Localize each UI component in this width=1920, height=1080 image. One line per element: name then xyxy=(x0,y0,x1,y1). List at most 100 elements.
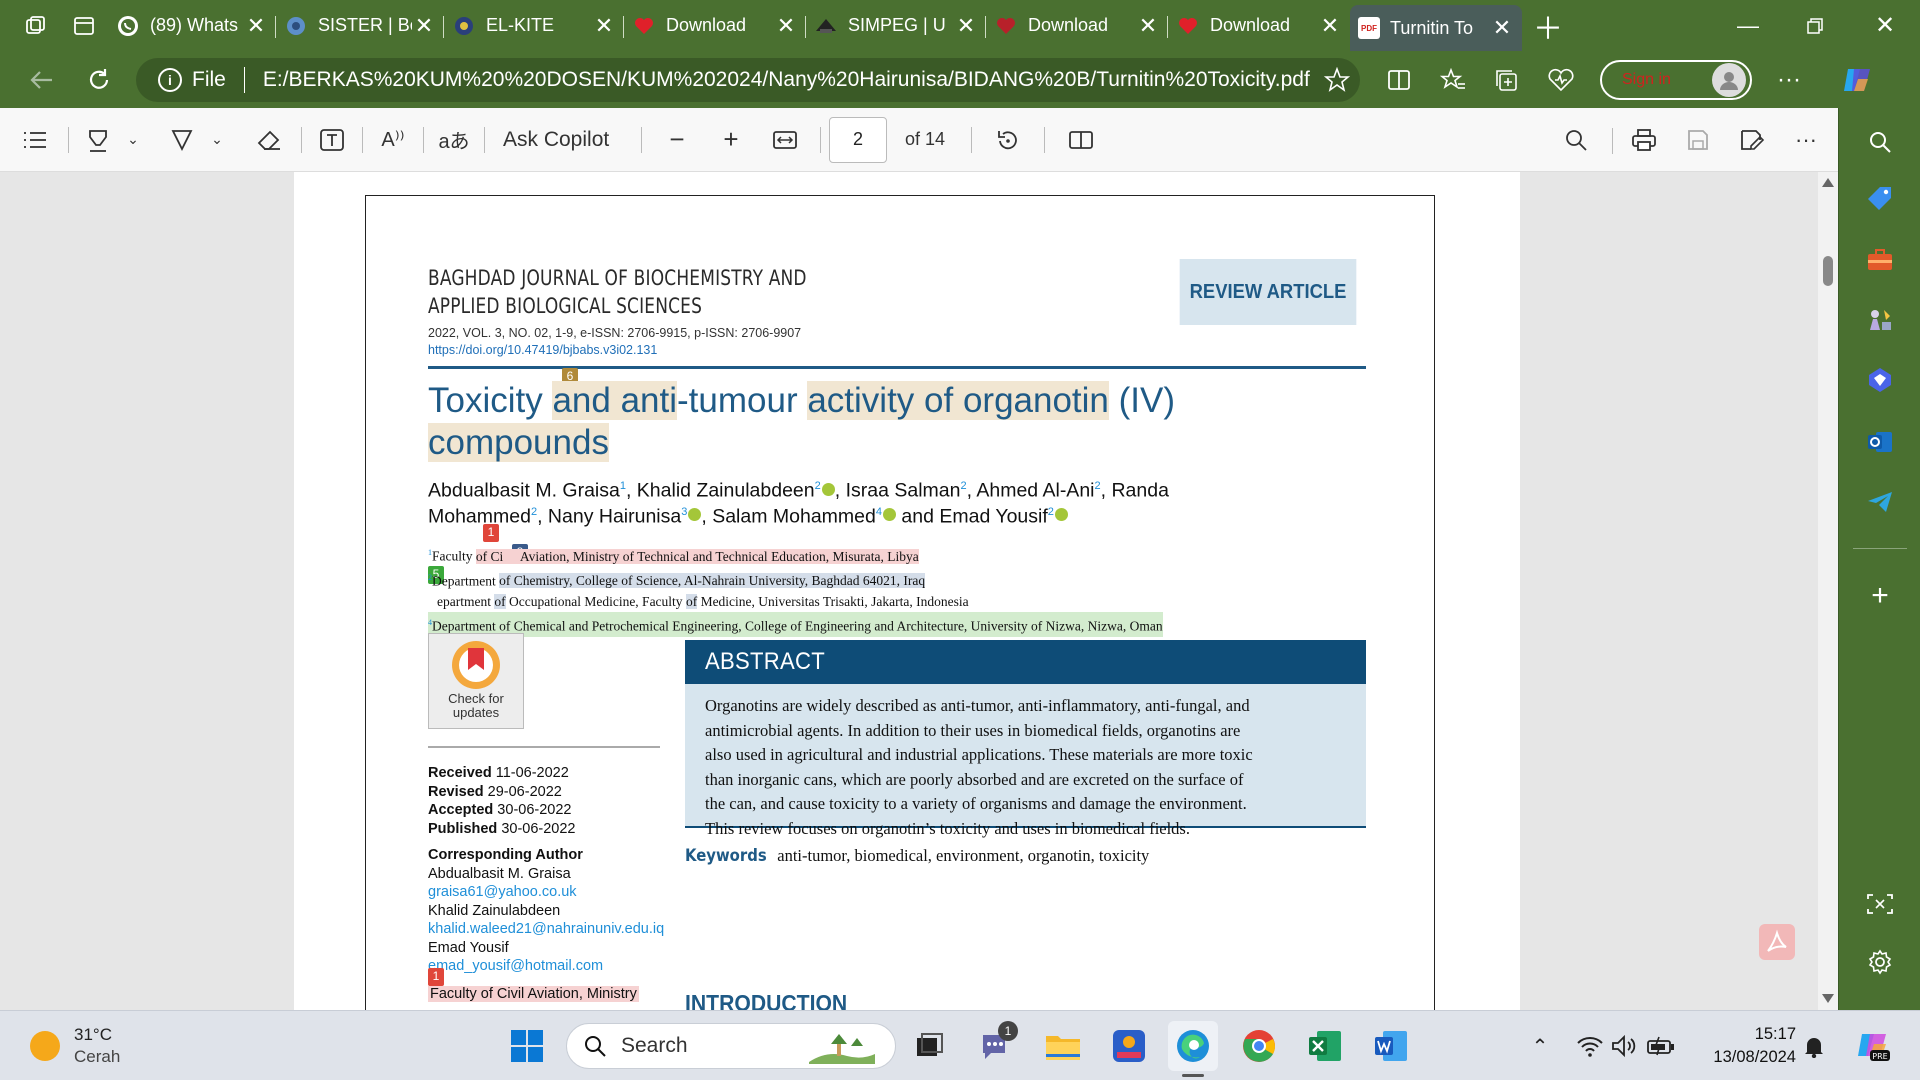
orcid-icon[interactable] xyxy=(821,482,835,496)
save-as-icon[interactable] xyxy=(1730,118,1774,162)
new-tab-icon[interactable]: ＋ xyxy=(1522,6,1574,46)
sign-in-button[interactable]: Sign in xyxy=(1600,59,1752,100)
system-tray[interactable] xyxy=(1564,1021,1688,1071)
show-hidden-icons[interactable]: ⌃ xyxy=(1520,1021,1560,1071)
save-icon[interactable] xyxy=(1676,118,1720,162)
page-view-icon[interactable] xyxy=(1053,118,1109,162)
telegram-icon[interactable] xyxy=(1862,484,1898,520)
close-tab-icon[interactable]: ✕ xyxy=(412,13,436,39)
minimize-icon[interactable]: — xyxy=(1725,6,1771,46)
refresh-icon[interactable] xyxy=(72,58,126,102)
tab-sister[interactable]: SISTER | Be ✕ xyxy=(276,6,444,46)
orcid-icon[interactable] xyxy=(688,508,702,521)
chevron-down-icon[interactable]: ⌄ xyxy=(203,118,231,162)
clock[interactable]: 15:17 13/08/2024 xyxy=(1696,1023,1796,1069)
print-icon[interactable] xyxy=(1622,118,1666,162)
close-window-icon[interactable]: ✕ xyxy=(1862,6,1908,46)
url-bar[interactable]: i File E:/BERKAS%20KUM%20%20DOSEN/KUM%20… xyxy=(136,57,1360,102)
info-icon[interactable]: i xyxy=(158,67,182,92)
favorites-icon[interactable] xyxy=(1426,58,1480,102)
keywords: Keywords anti-tumor, biomedical, environ… xyxy=(685,846,1150,865)
copilot-pre-icon[interactable]: PRE xyxy=(1846,1021,1902,1071)
teams-icon[interactable]: 1 xyxy=(972,1021,1022,1071)
collections-icon[interactable] xyxy=(1480,58,1534,102)
edge-taskbar-icon[interactable] xyxy=(1168,1021,1218,1077)
fit-width-icon[interactable] xyxy=(758,118,812,162)
close-tab-icon[interactable]: ✕ xyxy=(1136,13,1160,39)
chrome-icon[interactable] xyxy=(1234,1021,1284,1071)
zoom-out-icon[interactable]: − xyxy=(650,118,704,162)
more-options-icon[interactable]: ··· xyxy=(1762,58,1816,102)
close-tab-icon[interactable]: ✕ xyxy=(592,13,616,39)
weather-widget[interactable]: 31°C Cerah xyxy=(30,1021,120,1071)
copilot-app-icon[interactable] xyxy=(1862,362,1898,398)
tab-actions-icon[interactable] xyxy=(60,6,108,46)
add-app-icon[interactable]: + xyxy=(1862,578,1898,614)
tools-icon[interactable] xyxy=(1862,242,1898,278)
corr-name: Abdualbasit M. Graisa xyxy=(428,865,571,882)
browser-essentials-icon[interactable] xyxy=(1534,58,1588,102)
draw-icon[interactable] xyxy=(161,118,203,162)
tab-simpeg[interactable]: SIMPEG | U ✕ xyxy=(806,6,986,46)
vertical-scrollbar[interactable] xyxy=(1818,172,1838,1010)
search-icon[interactable] xyxy=(1554,118,1598,162)
tab-download-1[interactable]: Download ✕ xyxy=(624,6,806,46)
eraser-icon[interactable] xyxy=(245,118,293,162)
scroll-up-arrow[interactable] xyxy=(1822,178,1834,187)
highlight-icon[interactable] xyxy=(77,118,119,162)
orcid-icon[interactable] xyxy=(882,508,896,521)
close-tab-icon[interactable]: ✕ xyxy=(1490,15,1514,41)
close-tab-icon[interactable]: ✕ xyxy=(244,13,268,39)
settings-gear-icon[interactable] xyxy=(1862,944,1898,980)
tab-turnitin-active[interactable]: PDF Turnitin To ✕ xyxy=(1350,5,1522,51)
similarity-mark-1[interactable]: 1 xyxy=(483,524,499,542)
screenshot-icon[interactable] xyxy=(1862,886,1898,922)
more-options-icon[interactable]: ··· xyxy=(1784,118,1828,162)
read-aloud-icon[interactable]: A⁾⁾ xyxy=(371,118,415,162)
corr-email-link[interactable]: emad_yousif@hotmail.com xyxy=(428,957,664,976)
close-tab-icon[interactable]: ✕ xyxy=(774,13,798,39)
scroll-thumb[interactable] xyxy=(1823,256,1833,286)
rotate-icon[interactable] xyxy=(980,118,1036,162)
stories-app-icon[interactable] xyxy=(1104,1021,1154,1071)
notifications-bell-icon[interactable] xyxy=(1794,1021,1834,1071)
tab-el-kite[interactable]: EL-KITE ✕ xyxy=(444,6,624,46)
acrobat-button[interactable] xyxy=(1759,924,1795,960)
copilot-icon[interactable] xyxy=(1830,58,1884,102)
restore-icon[interactable] xyxy=(1792,6,1838,46)
tab-download-3[interactable]: Download ✕ xyxy=(1168,6,1350,46)
check-for-updates-badge[interactable]: Check for updates xyxy=(428,633,524,729)
translate-icon[interactable]: aあ xyxy=(432,118,476,162)
workspaces-icon[interactable] xyxy=(12,6,60,46)
search-icon[interactable] xyxy=(1862,124,1898,160)
close-tab-icon[interactable]: ✕ xyxy=(954,13,978,39)
taskbar-search[interactable]: Search xyxy=(566,1023,896,1069)
favorite-star-icon[interactable] xyxy=(1314,66,1360,93)
games-icon[interactable] xyxy=(1862,302,1898,338)
corr-email-link[interactable]: graisa61@yahoo.co.uk xyxy=(428,883,664,902)
start-button[interactable] xyxy=(502,1021,552,1071)
ask-copilot-button[interactable]: Ask Copilot xyxy=(493,118,633,162)
word-icon[interactable] xyxy=(1366,1021,1416,1071)
url-text[interactable]: E:/BERKAS%20KUM%20%20DOSEN/KUM%202024/Na… xyxy=(263,68,1314,92)
file-explorer-icon[interactable] xyxy=(1038,1021,1088,1071)
similarity-mark-1[interactable]: 1 xyxy=(428,968,444,986)
back-icon[interactable] xyxy=(14,58,68,102)
doi-link[interactable]: https://doi.org/10.47419/bjbabs.v3i02.13… xyxy=(428,343,657,357)
excel-icon[interactable] xyxy=(1300,1021,1350,1071)
corr-email-link[interactable]: khalid.waleed21@nahrainuniv.edu.iq xyxy=(428,920,664,939)
tab-whatsapp[interactable]: (89) Whats ✕ xyxy=(108,6,276,46)
task-view-icon[interactable] xyxy=(904,1021,954,1071)
chevron-down-icon[interactable]: ⌄ xyxy=(119,118,147,162)
scroll-down-arrow[interactable] xyxy=(1822,994,1834,1003)
split-screen-icon[interactable] xyxy=(1372,58,1426,102)
orcid-icon[interactable] xyxy=(1054,508,1068,521)
close-tab-icon[interactable]: ✕ xyxy=(1318,13,1342,39)
tab-download-2[interactable]: Download ✕ xyxy=(986,6,1168,46)
shopping-tag-icon[interactable] xyxy=(1862,180,1898,216)
page-number-input[interactable]: 2 xyxy=(829,116,887,163)
add-text-icon[interactable] xyxy=(310,118,354,162)
outlook-icon[interactable] xyxy=(1862,424,1898,460)
zoom-in-icon[interactable]: + xyxy=(704,118,758,162)
contents-icon[interactable] xyxy=(10,118,60,162)
